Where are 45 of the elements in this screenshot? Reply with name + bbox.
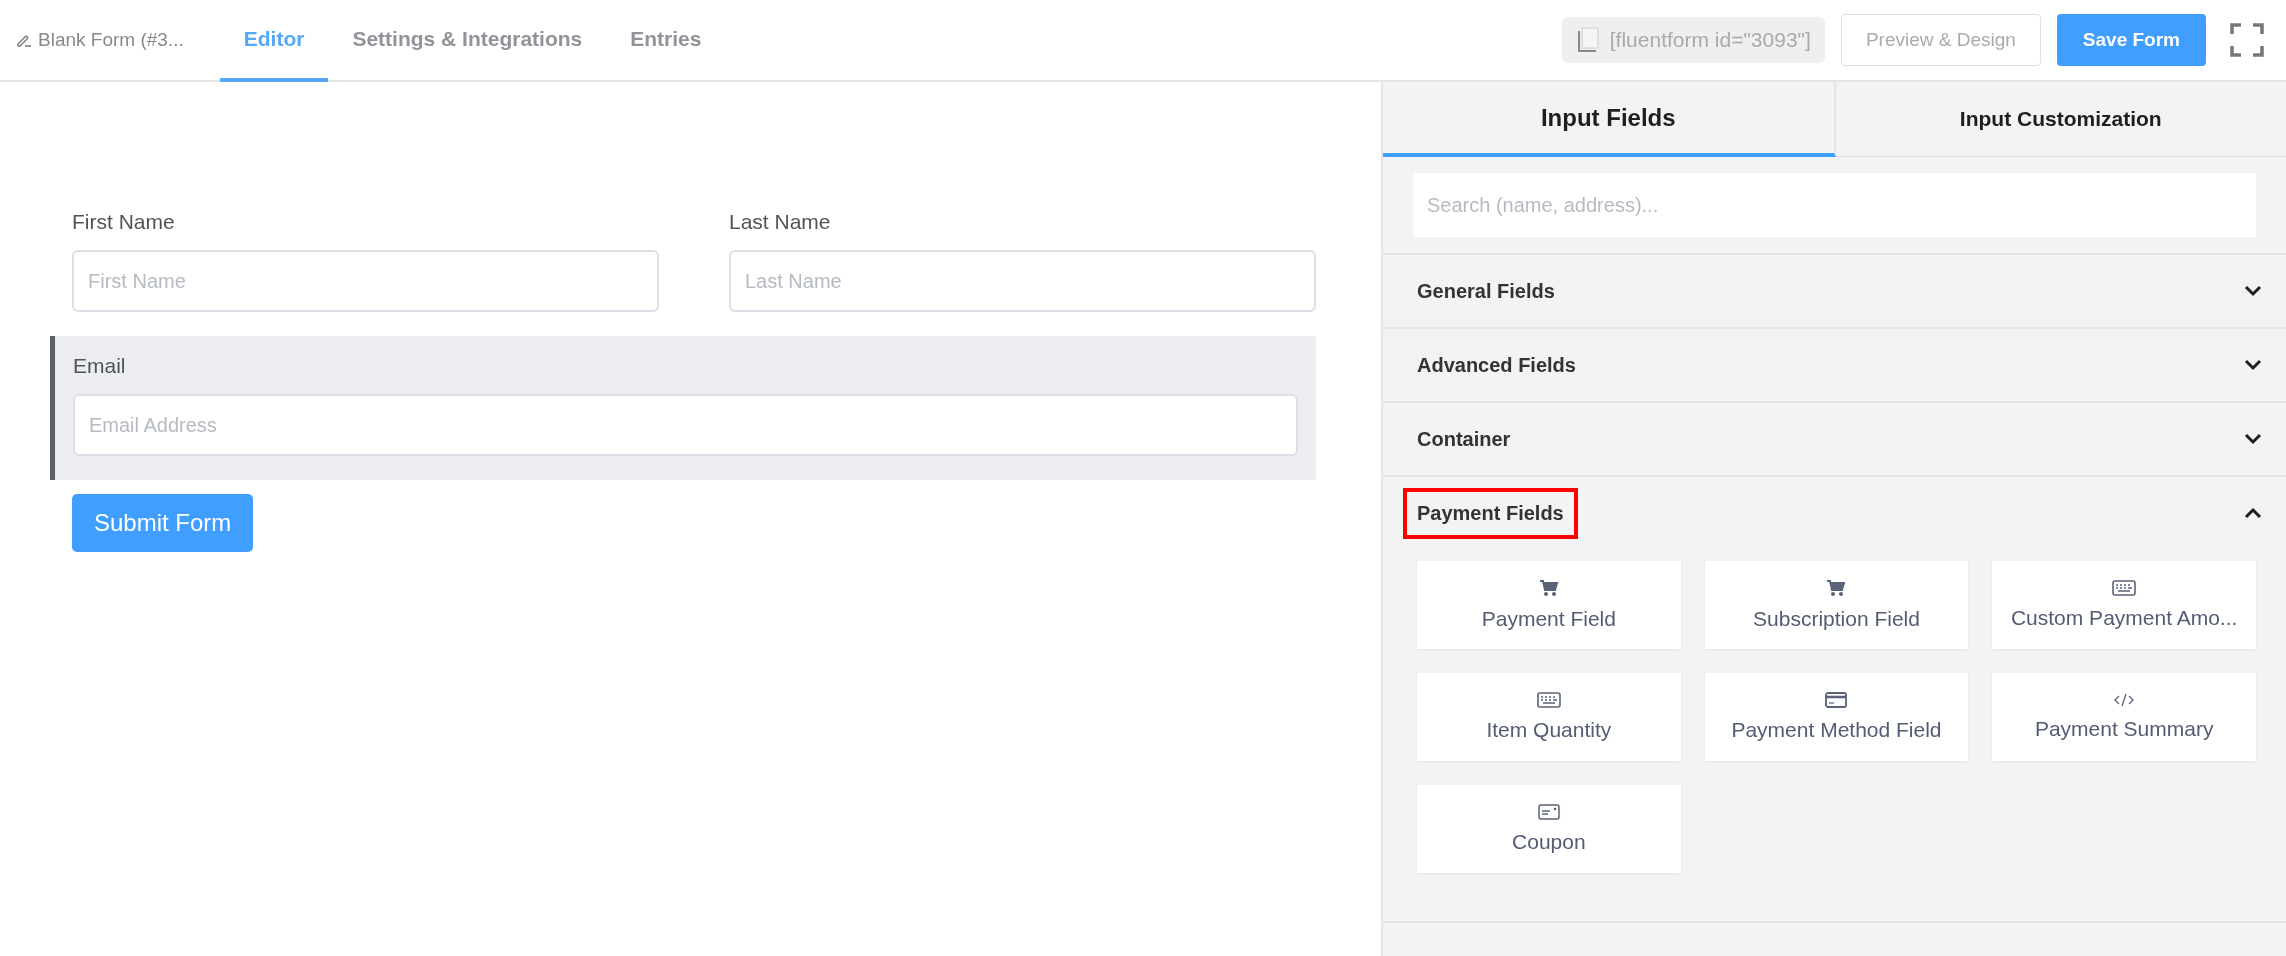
copy-icon bbox=[1575, 27, 1600, 53]
form-title[interactable]: Blank Form (#3... bbox=[16, 0, 184, 80]
field-card-label: Subscription Field bbox=[1753, 607, 1920, 631]
field-card[interactable]: Payment Summary bbox=[1992, 673, 2256, 761]
field-card-label: Payment Summary bbox=[2034, 717, 2214, 741]
sidebar-tab[interactable]: Input Fields bbox=[1383, 82, 1836, 157]
input-field[interactable]: Email Address bbox=[73, 394, 1298, 456]
field-card[interactable]: Custom Payment Amo... bbox=[1992, 561, 2256, 649]
credit-card-icon bbox=[1825, 692, 1848, 708]
chevron-icon bbox=[2244, 507, 2262, 519]
field-card-label: Item Quantity bbox=[1486, 718, 1612, 742]
field-card-label: Custom Payment Amo... bbox=[2010, 606, 2238, 630]
section-header[interactable]: Container bbox=[1383, 403, 2286, 475]
field-card-label: Payment Method Field bbox=[1731, 718, 1942, 742]
field-card[interactable]: Item Quantity bbox=[1417, 673, 1681, 761]
cart-icon bbox=[1826, 579, 1847, 597]
field-card-label: Coupon bbox=[1512, 830, 1586, 854]
chevron-icon bbox=[2244, 433, 2262, 445]
cart-icon bbox=[1538, 579, 1559, 597]
section-header[interactable]: General Fields bbox=[1383, 255, 2286, 327]
input-field[interactable]: Last Name bbox=[729, 250, 1316, 312]
field-card-label: Payment Field bbox=[1481, 607, 1616, 631]
field-label: Last Name bbox=[729, 210, 832, 234]
field-card[interactable]: Subscription Field bbox=[1704, 561, 1969, 649]
coupon-icon bbox=[1537, 804, 1560, 820]
field-label: First Name bbox=[72, 210, 176, 234]
keyboard-icon bbox=[1536, 692, 1561, 708]
field-label: Email bbox=[73, 354, 127, 378]
chevron-icon bbox=[2244, 285, 2262, 297]
input-field[interactable]: First Name bbox=[72, 250, 659, 312]
keyboard-icon bbox=[2112, 580, 2137, 596]
field-card[interactable]: Coupon bbox=[1417, 785, 1681, 873]
section-header[interactable]: Payment Fields bbox=[1383, 477, 2286, 549]
section-title: General Fields bbox=[1416, 278, 1556, 304]
selected-field-block[interactable]: Email Email Address bbox=[50, 336, 1316, 480]
section-header[interactable]: Advanced Fields bbox=[1383, 329, 2286, 401]
section-title: Payment Fields bbox=[1403, 487, 1578, 539]
search-field[interactable]: Search (name, address)... bbox=[1413, 173, 2256, 237]
field-card[interactable]: Payment Field bbox=[1417, 561, 1681, 649]
section-title: Container bbox=[1416, 426, 1512, 452]
field-card[interactable]: Payment Method Field bbox=[1704, 673, 1969, 761]
code-icon bbox=[2113, 693, 2136, 707]
chevron-icon bbox=[2244, 359, 2262, 371]
section-title: Advanced Fields bbox=[1416, 352, 1577, 378]
fullscreen-icon[interactable] bbox=[2230, 23, 2264, 57]
